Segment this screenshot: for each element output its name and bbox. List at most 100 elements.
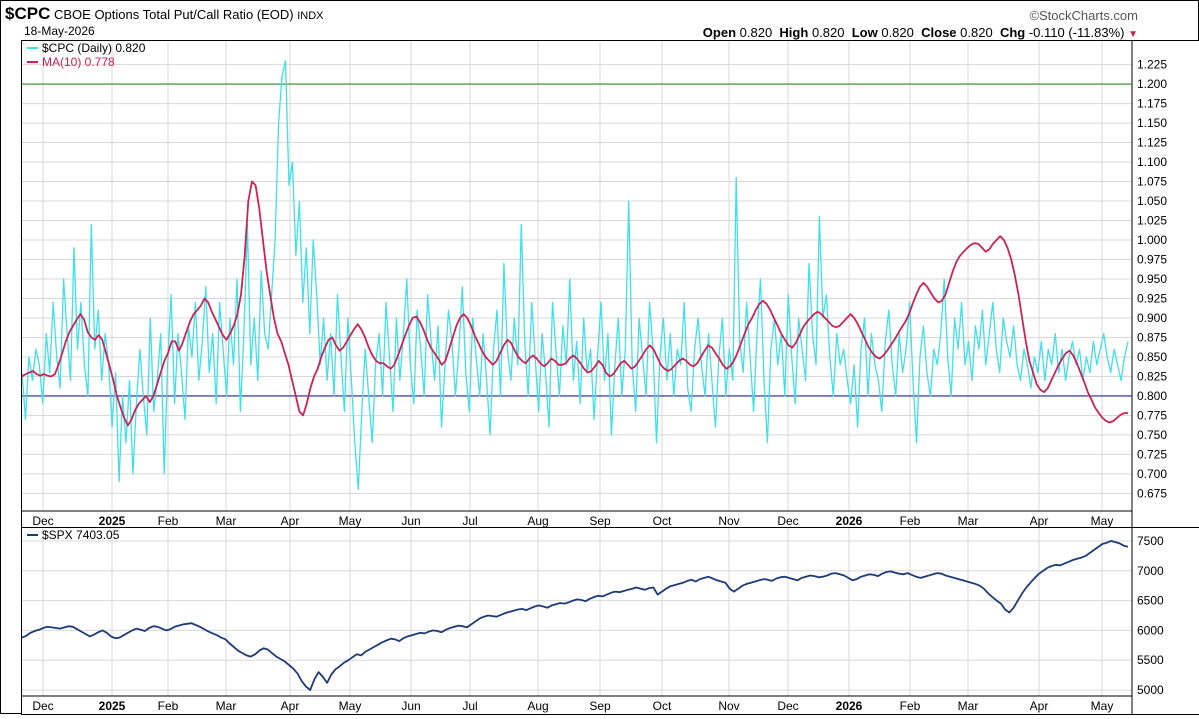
- cpc-chart-svg: 1.225 1.200 1.175 1.150 1.125 1.100 1.075 1.050…: [21, 41, 1167, 529]
- spx-panel: 7500 7000 6500 6000 5500 5000 Dec 2025 Feb Mar Apr…: [21, 527, 1199, 715]
- grid-lines: [22, 528, 1132, 696]
- x-tick-label: 2025: [99, 514, 126, 528]
- y-tick-label: 1.200: [1137, 77, 1167, 91]
- open-label: Open: [702, 25, 737, 40]
- y-tick-label: 0.675: [1137, 486, 1167, 500]
- y-tick-label: 6500: [1137, 594, 1164, 608]
- close-label: Close: [921, 25, 957, 40]
- x-tick-label: Sep: [589, 514, 611, 528]
- cpc-panel: 1.225 1.200 1.175 1.150 1.125 1.100 1.075 1.050…: [21, 40, 1199, 530]
- symbol-name: CBOE Options Total Put/Call Ratio (EOD): [53, 7, 294, 22]
- x-tick-label: Feb: [158, 699, 179, 713]
- y-tick-label: 0.850: [1137, 350, 1167, 364]
- x-tick-label: Apr: [1030, 699, 1049, 713]
- y-tick-label: 1.075: [1137, 175, 1167, 189]
- spx-chart-svg: 7500 7000 6500 6000 5500 5000 Dec 2025 Feb Mar Apr…: [21, 528, 1164, 714]
- y-tick-label: 0.950: [1137, 272, 1167, 286]
- brand-logo: ©StockCharts.com: [1029, 8, 1138, 23]
- y-tick-label: 0.750: [1137, 428, 1167, 442]
- x-tick-label: May: [339, 699, 362, 713]
- y-tick-label: 5000: [1137, 683, 1164, 697]
- y-tick-labels: 7500 7000 6500 6000 5500 5000: [1137, 534, 1164, 697]
- x-tick-label: 2026: [836, 699, 863, 713]
- legend-label: $SPX 7403.05: [42, 528, 120, 542]
- brand-text: ©StockCharts.com: [1029, 8, 1138, 23]
- x-tick-label: Aug: [527, 699, 548, 713]
- x-tick-label: Mar: [958, 699, 979, 713]
- y-tick-label: 0.975: [1137, 253, 1167, 267]
- x-tick-label: Mar: [216, 699, 237, 713]
- y-tick-label: 1.150: [1137, 116, 1167, 130]
- y-tick-label: 7500: [1137, 534, 1164, 548]
- x-tick-label: May: [1091, 699, 1114, 713]
- x-tick-label: Feb: [900, 699, 921, 713]
- y-tick-label: 0.875: [1137, 330, 1167, 344]
- x-tick-label: Jun: [401, 699, 420, 713]
- y-tick-label: 1.175: [1137, 97, 1167, 111]
- low-label: Low: [851, 25, 878, 40]
- chg-label: Chg: [999, 25, 1026, 40]
- legend-label: $CPC (Daily) 0.820: [42, 41, 146, 55]
- x-tick-label: Aug: [527, 514, 548, 528]
- x-tick-label: Oct: [653, 699, 672, 713]
- ohlc-readout: Open 0.820 High 0.820 Low 0.820 Close 0.…: [703, 25, 1138, 40]
- x-tick-label: Jul: [462, 514, 477, 528]
- x-tick-label: Dec: [32, 699, 53, 713]
- high-label: High: [779, 25, 809, 40]
- x-tick-labels: Dec 2025 Feb Mar Apr May Jun Jul Aug Sep Oct Nov Dec…: [32, 514, 1113, 528]
- high-value: 0.820: [811, 25, 845, 40]
- y-tick-label: 5500: [1137, 653, 1164, 667]
- chart-date: 18-May-2026: [24, 24, 95, 38]
- x-tick-label: Oct: [653, 514, 672, 528]
- y-tick-label: 0.825: [1137, 369, 1167, 383]
- y-tick-label: 0.700: [1137, 467, 1167, 481]
- close-value: 0.820: [960, 25, 993, 40]
- y-tick-label: 0.900: [1137, 311, 1167, 325]
- y-tick-labels: 1.225 1.200 1.175 1.150 1.125 1.100 1.075 1.050…: [1137, 58, 1167, 501]
- x-tick-label: May: [1091, 514, 1114, 528]
- series-line--spx: [21, 539, 1129, 691]
- chg-value: -0.110 (-11.83%): [1028, 25, 1125, 40]
- x-tick-label: May: [339, 514, 362, 528]
- y-tick-label: 0.775: [1137, 408, 1167, 422]
- x-tick-label: 2026: [836, 514, 863, 528]
- y-tick-label: 1.000: [1137, 233, 1167, 247]
- x-tick-label: Apr: [1030, 514, 1049, 528]
- x-tick-label: Feb: [900, 514, 921, 528]
- legend-label: MA(10) 0.778: [42, 55, 115, 69]
- y-tick-label: 1.050: [1137, 194, 1167, 208]
- y-tick-label: 6000: [1137, 623, 1164, 637]
- y-tick-label: 1.125: [1137, 136, 1167, 150]
- low-value: 0.820: [881, 25, 914, 40]
- y-tick-label: 0.925: [1137, 291, 1167, 305]
- x-tick-label: Sep: [589, 699, 611, 713]
- chart-frame: $CPC CBOE Options Total Put/Call Ratio (…: [0, 0, 1199, 715]
- x-tick-label: Jun: [401, 514, 420, 528]
- x-tick-label: Nov: [718, 514, 739, 528]
- x-tick-label: Feb: [158, 514, 179, 528]
- x-tick-label: Nov: [718, 699, 739, 713]
- grid-lines: [22, 41, 1132, 511]
- x-tick-label: Mar: [958, 514, 979, 528]
- symbol-label: $CPC: [5, 4, 51, 23]
- x-tick-label: Mar: [216, 514, 237, 528]
- x-tick-labels: Dec 2025 Feb Mar Apr May Jun Jul Aug Sep Oct Nov Dec…: [32, 699, 1113, 713]
- exchange-label: INDX: [297, 10, 324, 22]
- x-tick-label: 2025: [99, 699, 126, 713]
- chart-title-row: $CPC CBOE Options Total Put/Call Ratio (…: [5, 4, 324, 24]
- y-tick-label: 1.025: [1137, 214, 1167, 228]
- y-tick-label: 0.800: [1137, 389, 1167, 403]
- x-tick-label: Dec: [777, 514, 798, 528]
- y-tick-label: 1.100: [1137, 155, 1167, 169]
- legend: $SPX 7403.05: [27, 528, 120, 542]
- y-tick-label: 1.225: [1137, 58, 1167, 72]
- series-line--cpc-daily-: [21, 60, 1129, 491]
- open-value: 0.820: [739, 25, 773, 40]
- x-tick-label: Jul: [462, 699, 477, 713]
- y-tick-label: 7000: [1137, 564, 1164, 578]
- down-arrow-icon: ▼: [1128, 29, 1138, 40]
- x-tick-label: Dec: [32, 514, 53, 528]
- x-tick-label: Apr: [281, 514, 300, 528]
- x-tick-label: Apr: [281, 699, 300, 713]
- x-tick-label: Dec: [777, 699, 798, 713]
